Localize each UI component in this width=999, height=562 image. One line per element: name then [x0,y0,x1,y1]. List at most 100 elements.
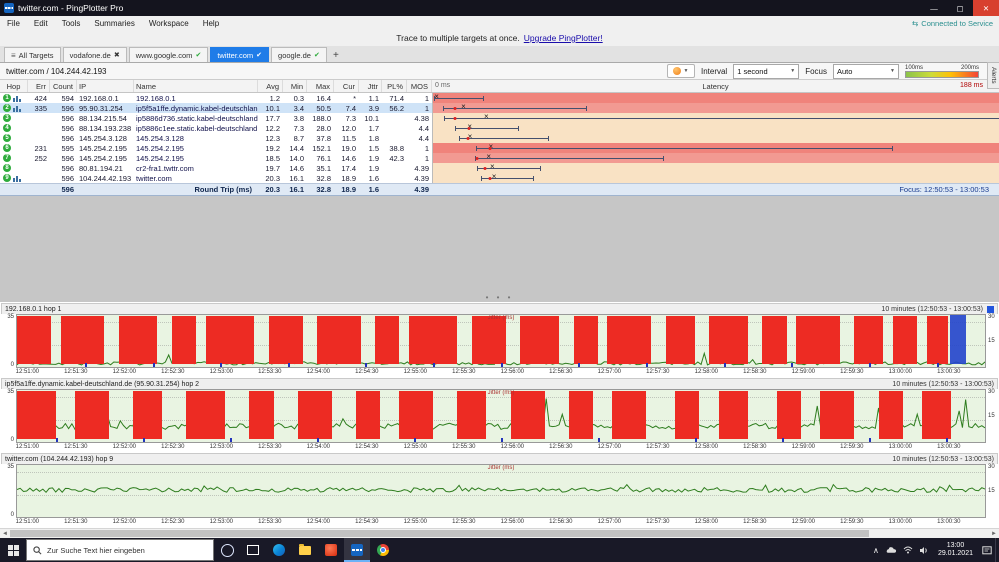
tab-www-google-com[interactable]: www.google.com ✔ [128,47,209,62]
upgrade-link[interactable]: Upgrade PingPlotter! [524,33,603,43]
edge-icon [273,544,285,556]
packetloss-value [382,163,407,173]
graph-time-range[interactable]: 10 minutes (12:50:53 - 13:00:53) [892,381,994,388]
graph-selection-indicator[interactable] [987,305,994,313]
focus-selection-region[interactable] [950,315,966,364]
column-header-cur[interactable]: Cur [334,80,359,92]
x-tick-label: 13:00:00 [888,444,912,450]
event-marker [142,438,145,442]
menu-summaries[interactable]: Summaries [87,19,141,28]
show-desktop-button[interactable] [995,538,999,562]
x-tick-label: 12:54:00 [306,519,330,525]
column-header-mos[interactable]: MOS [407,80,432,92]
latency-bar-cell[interactable]: × [432,143,999,153]
hop-row-3[interactable]: 3 596 88.134.215.54 ip5886d736.static.kabel… [0,113,999,123]
file-explorer-button[interactable] [292,538,318,562]
event-marker [946,438,949,442]
latency-bar-cell[interactable]: × [432,163,999,173]
network-icon[interactable] [900,538,916,562]
column-header-min[interactable]: Min [283,80,307,92]
column-header-err[interactable]: Err [28,80,50,92]
y-tick: 0 [10,362,14,368]
column-header-count[interactable]: Count [50,80,77,92]
jitter-axis-label: Jitter (ms) [487,315,515,321]
onedrive-icon[interactable] [884,538,900,562]
hop-row-6[interactable]: 6 231 595 145.254.2.195 145.254.2.195 19.2 14.… [0,143,999,153]
hop-row-4[interactable]: 4 596 88.134.193.238 ip5886c1ee.static.kabe… [0,123,999,133]
column-header-name[interactable]: Name [134,80,258,92]
hop-row-5[interactable]: 5 596 145.254.3.128 145.254.3.128 12.3 8.7 37.… [0,133,999,143]
hop-row-7[interactable]: 7 252 596 145.254.2.195 145.254.2.195 18.5 14.… [0,153,999,163]
maximize-button[interactable]: ▢ [947,0,973,16]
avg-value: 10.1 [265,103,280,113]
mos-value: 4.4 [418,133,429,143]
packet-loss-bar [878,391,903,439]
notification-center-button[interactable] [979,538,995,562]
hop-row-8[interactable]: 8 596 80.81.194.21 cr2-fra1.twttr.com 19.7 14… [0,163,999,173]
latency-bar-cell[interactable]: × [432,123,999,133]
trace-toggle-button[interactable]: ▼ [666,64,695,78]
hop-row-1[interactable]: 1 424 594 192.168.0.1 192.168.0.1 1.2 0.3 16.4 *… [0,93,999,103]
tray-expand-chevron[interactable]: ∧ [868,538,884,562]
graph-plot-area[interactable]: Jitter (ms) [16,314,986,368]
latency-column-header[interactable]: 0 ms Latency 188 ms [432,80,999,92]
horizontal-scrollbar[interactable]: ◄ ► [0,528,999,538]
y-axis-left: 35 0 [0,389,16,443]
taskbar-clock[interactable]: 13:00 29.01.2021 [932,542,979,559]
event-marker [694,438,697,442]
cortana-button[interactable] [214,538,240,562]
chrome-taskbar-button[interactable] [370,538,396,562]
close-button[interactable]: ✕ [973,0,999,16]
column-header-jttr[interactable]: Jttr [359,80,382,92]
hop-row-9[interactable]: 9 596 104.244.42.193 twitter.com 20.3 16.1 32.… [0,173,999,183]
add-target-button[interactable]: + [329,48,343,62]
tab-google-de[interactable]: google.de ✔ [271,47,327,62]
column-header-hop[interactable]: Hop [0,80,28,92]
scroll-left-arrow[interactable]: ◄ [0,529,10,538]
ip-value: 145.254.3.128 [79,133,127,143]
graph-plot-area[interactable]: Jitter (ms) [16,464,986,518]
latency-bar-cell[interactable]: × [432,103,999,113]
start-button[interactable] [0,538,26,562]
menu-workspace[interactable]: Workspace [142,19,196,28]
focus-select[interactable]: Auto ▼ [833,63,899,79]
graph-time-range[interactable]: 10 minutes (12:50:53 - 13:00:53) [881,306,983,313]
menu-help[interactable]: Help [196,19,226,28]
max-value: 16.4 [316,93,331,103]
latency-bar-cell[interactable]: × [432,133,999,143]
tab-twitter-com[interactable]: twitter.com ✔ [210,47,270,62]
scrollbar-thumb[interactable] [10,530,869,537]
menu-edit[interactable]: Edit [27,19,55,28]
menu-file[interactable]: File [0,19,27,28]
interval-select[interactable]: 1 second ▼ [733,63,800,79]
latency-bar-cell[interactable]: × [432,173,999,183]
column-header-pl[interactable]: PL% [382,80,407,92]
edge-taskbar-button[interactable] [266,538,292,562]
pingplotter-taskbar-button[interactable] [344,538,370,562]
menu-tools[interactable]: Tools [55,19,88,28]
column-header-max[interactable]: Max [307,80,334,92]
x-tick-label: 12:58:30 [743,369,767,375]
latency-bar-cell[interactable]: × [432,113,999,123]
latency-bar-cell[interactable]: × [432,93,999,103]
ip-value: 88.134.215.54 [79,113,127,123]
latency-bar-cell[interactable]: × [432,153,999,163]
splitter-handle[interactable]: • • • [486,294,514,302]
cur-value: * [353,93,356,103]
scroll-right-arrow[interactable]: ► [989,529,999,538]
red-app-button[interactable] [318,538,344,562]
column-header-avg[interactable]: Avg [258,80,283,92]
task-view-button[interactable] [240,538,266,562]
tab-vodafone-de[interactable]: vodafone.de ✖ [62,47,127,62]
volume-icon[interactable] [916,538,932,562]
taskbar-search-input[interactable]: Zur Suche Text hier eingeben [26,539,214,561]
minimize-button[interactable]: — [921,0,947,16]
event-marker [501,438,503,442]
graph-time-range[interactable]: 10 minutes (12:50:53 - 13:00:53) [892,456,994,463]
count-value: 596 [61,103,74,113]
alerts-side-tab[interactable]: Alerts [987,62,999,89]
graph-plot-area[interactable]: Jitter (ms) [16,389,986,443]
column-header-ip[interactable]: IP [77,80,134,92]
hop-row-2[interactable]: 2 335 596 95.90.31.254 ip5f5a1ffe.dynamic.ka… [0,103,999,113]
tab-all-targets[interactable]: ≡ All Targets [4,47,61,62]
